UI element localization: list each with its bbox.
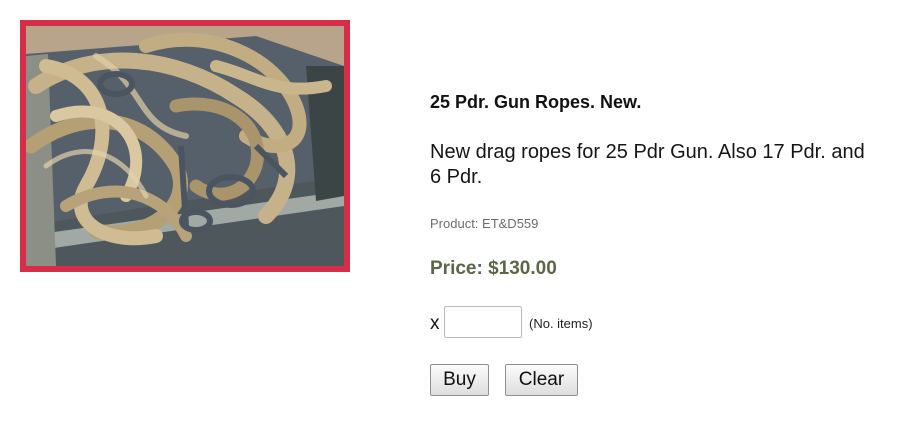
product-code: Product: ET&D559: [430, 216, 539, 231]
product-title: 25 Pdr. Gun Ropes. New.: [430, 92, 642, 112]
product-photo: [26, 26, 344, 266]
quantity-input[interactable]: [444, 306, 522, 338]
clear-button[interactable]: Clear: [505, 364, 578, 396]
buy-button[interactable]: Buy: [430, 364, 489, 396]
quantity-hint: (No. items): [529, 316, 593, 331]
quantity-row: x (No. items): [430, 306, 730, 340]
product-price: Price: $130.00: [430, 258, 557, 279]
product-image-frame: [20, 20, 350, 272]
product-description: New drag ropes for 25 Pdr Gun. Also 17 P…: [430, 141, 865, 188]
quantity-prefix: x: [430, 313, 440, 334]
